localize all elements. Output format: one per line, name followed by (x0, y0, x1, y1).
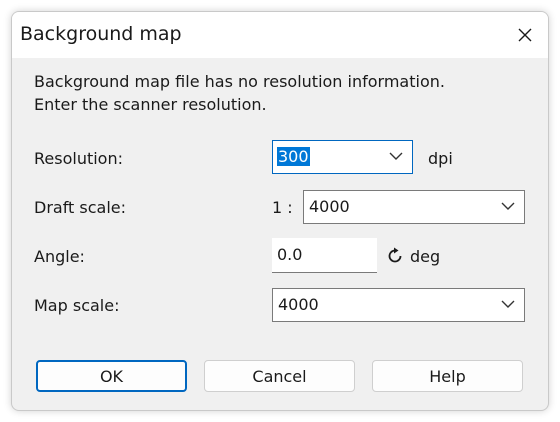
draft-scale-prefix: 1 : (272, 198, 293, 217)
draft-scale-combo[interactable]: 4000 (303, 190, 525, 224)
close-icon (518, 28, 532, 42)
ok-button[interactable]: OK (36, 360, 187, 392)
chevron-down-icon[interactable] (501, 299, 515, 309)
dialog-title: Background map (20, 23, 182, 45)
map-scale-label: Map scale: (34, 296, 120, 315)
help-button[interactable]: Help (372, 360, 523, 392)
chevron-down-icon[interactable] (501, 201, 515, 211)
info-message: Background map file has no resolution in… (34, 70, 445, 116)
dialog-window: Background map Background map file has n… (11, 11, 549, 411)
resolution-combo[interactable]: 300 (272, 140, 413, 174)
map-scale-combo[interactable]: 4000 (272, 288, 525, 322)
rotate-clockwise-icon (388, 247, 402, 263)
resolution-unit: dpi (428, 149, 453, 168)
chevron-down-icon[interactable] (389, 151, 403, 161)
resolution-value[interactable]: 300 (277, 147, 310, 166)
resolution-label: Resolution: (34, 149, 123, 168)
angle-input[interactable]: 0.0 (272, 238, 377, 273)
message-line-2: Enter the scanner resolution. (34, 95, 267, 114)
close-button[interactable] (502, 12, 548, 58)
message-line-1: Background map file has no resolution in… (34, 72, 445, 91)
angle-unit: deg (410, 247, 441, 266)
angle-value: 0.0 (277, 245, 303, 264)
title-bar: Background map (12, 12, 548, 58)
cancel-button[interactable]: Cancel (204, 360, 355, 392)
draft-scale-value: 4000 (309, 197, 350, 216)
angle-label: Angle: (34, 247, 85, 266)
draft-scale-label: Draft scale: (34, 198, 127, 217)
map-scale-value: 4000 (278, 295, 319, 314)
